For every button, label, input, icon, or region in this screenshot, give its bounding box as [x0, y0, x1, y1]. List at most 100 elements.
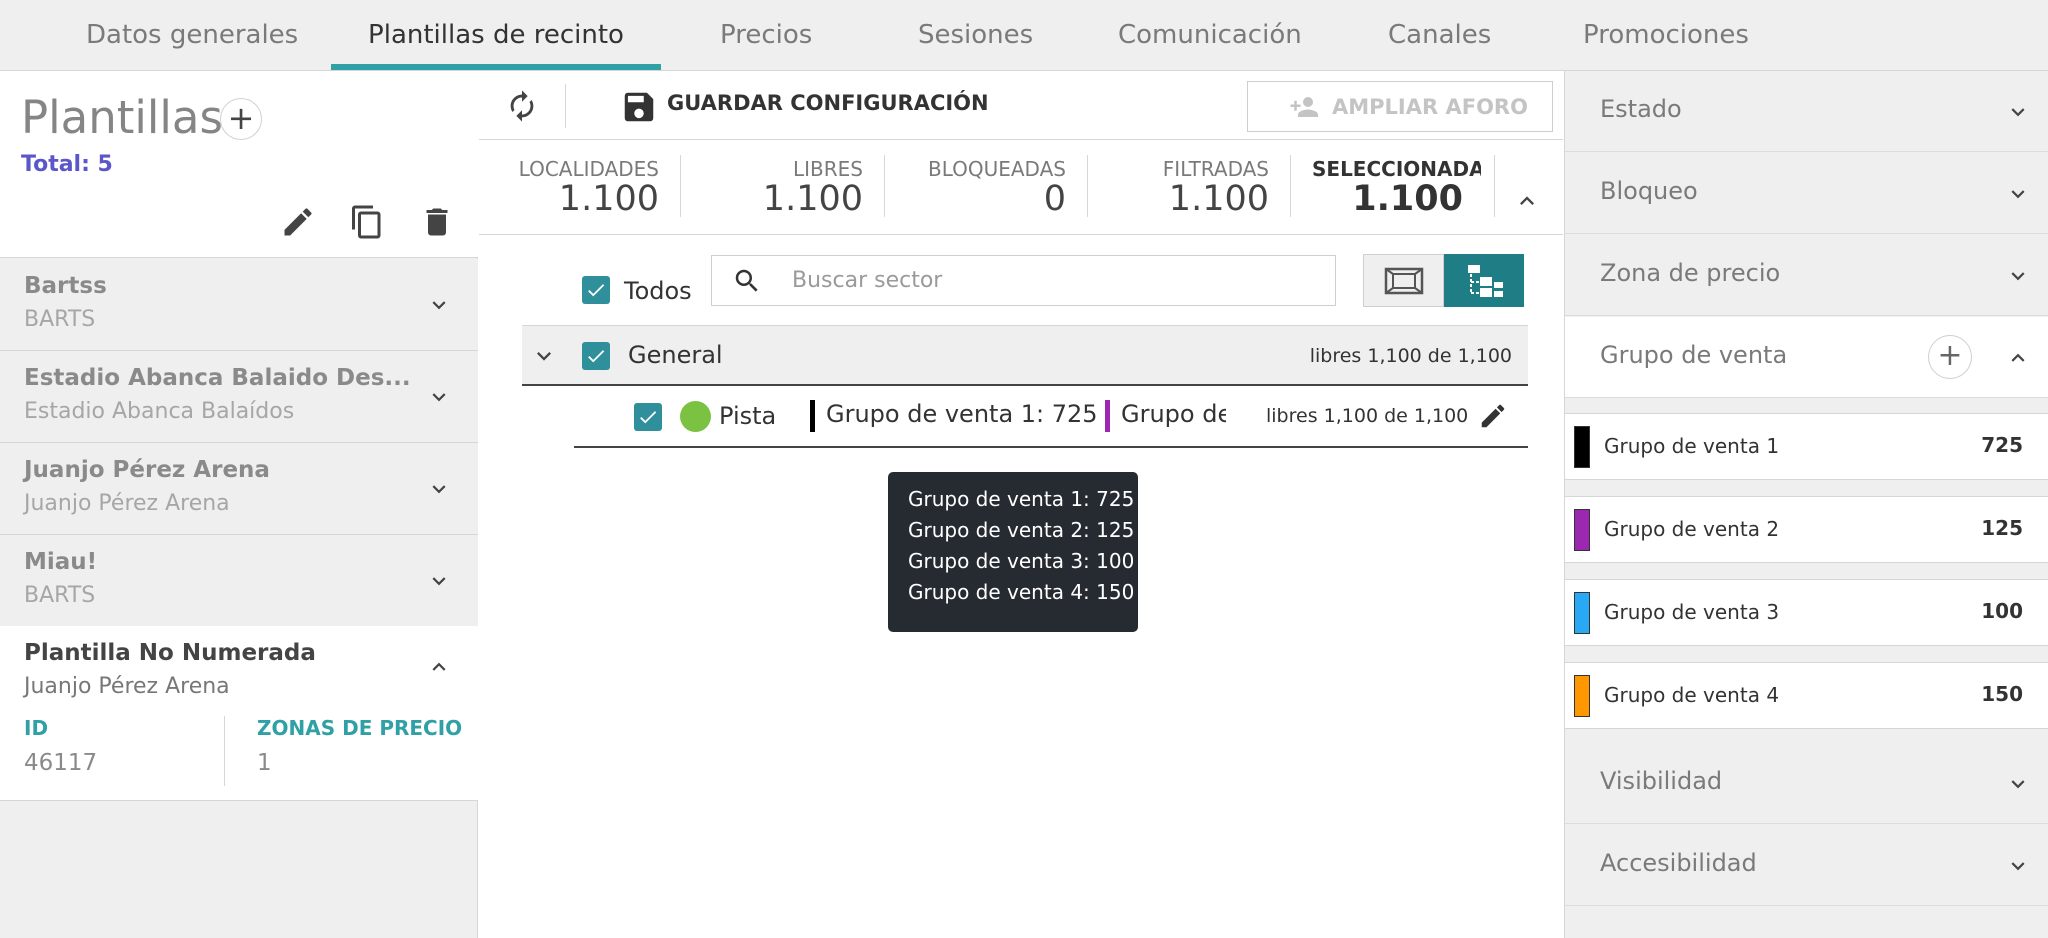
divider [680, 155, 681, 217]
sector-row-general[interactable]: General libres 1,100 de 1,100 [522, 325, 1528, 386]
save-icon[interactable] [620, 88, 658, 126]
template-item-juanjo-perez-arena[interactable]: Juanjo Pérez Arena Juanjo Pérez Arena [0, 443, 478, 535]
map-view-icon [1384, 267, 1424, 295]
section-label: Zona de precio [1600, 259, 1781, 287]
edit-icon[interactable] [1478, 401, 1508, 431]
chevron-down-icon[interactable] [530, 342, 558, 370]
add-template-button[interactable]: + [220, 98, 262, 140]
template-item-bartss[interactable]: Bartss BARTS [0, 259, 478, 351]
stat-filtradas: FILTRADAS 1.100 [1106, 153, 1269, 223]
copy-icon[interactable] [349, 204, 385, 240]
configuration-panel: GUARDAR CONFIGURACIÓN AMPLIAR AFORO LOCA… [479, 71, 1563, 938]
chevron-down-icon[interactable] [2005, 99, 2031, 125]
search-sector-input[interactable]: Buscar sector [711, 255, 1336, 306]
divider [1290, 155, 1291, 217]
sale-group-item[interactable]: Grupo de venta 3 100 [1565, 579, 2048, 646]
tab-sesiones[interactable]: Sesiones [918, 0, 1033, 71]
chevron-down-icon[interactable] [2005, 771, 2031, 797]
sale-group-item[interactable]: Grupo de venta 2 125 [1565, 496, 2048, 563]
template-item-miau[interactable]: Miau! BARTS [0, 535, 478, 627]
chevron-down-icon[interactable] [426, 476, 452, 502]
tab-precios[interactable]: Precios [720, 0, 812, 71]
divider [224, 716, 225, 786]
sale-group-color-swatch [1574, 426, 1590, 468]
price-zones-value: 1 [257, 750, 272, 776]
section-accesibilidad[interactable]: Accesibilidad [1565, 825, 2048, 906]
search-icon [735, 269, 758, 292]
chevron-down-icon[interactable] [426, 568, 452, 594]
template-item-plantilla-no-numerada[interactable]: Plantilla No Numerada Juanjo Pérez Arena… [0, 626, 478, 801]
general-checkbox[interactable] [582, 342, 610, 370]
tab-comunicacion[interactable]: Comunicación [1118, 0, 1302, 71]
chevron-down-icon[interactable] [426, 384, 452, 410]
ampliar-aforo-button[interactable]: AMPLIAR AFORO [1247, 81, 1553, 132]
refresh-icon[interactable] [505, 89, 539, 123]
check-icon [588, 350, 605, 363]
tab-datos-generales[interactable]: Datos generales [86, 0, 298, 71]
chevron-up-icon[interactable] [2005, 345, 2031, 371]
stat-libres: LIBRES 1.100 [699, 153, 863, 223]
sale-group-count: 100 [1981, 599, 2023, 623]
stat-label: BLOQUEADAS [927, 157, 1066, 181]
chevron-down-icon[interactable] [2005, 263, 2031, 289]
stat-value: 0 [1043, 179, 1066, 219]
section-label: Visibilidad [1600, 767, 1723, 795]
tab-promociones[interactable]: Promociones [1583, 0, 1749, 71]
select-all-checkbox[interactable] [582, 276, 610, 304]
sector-free-count: libres 1,100 de 1,100 [1309, 345, 1512, 367]
template-name: Estadio Abanca Balaido Des... [24, 365, 411, 391]
section-label: Accesibilidad [1600, 849, 1757, 877]
map-view-button[interactable] [1363, 254, 1444, 307]
stat-label: FILTRADAS [1162, 157, 1269, 181]
section-label: Grupo de venta [1600, 341, 1788, 369]
sale-group-item[interactable]: Grupo de venta 4 150 [1565, 662, 2048, 729]
template-name: Bartss [24, 273, 107, 299]
delete-icon[interactable] [419, 204, 455, 240]
templates-header: Plantillas + Total: 5 [0, 71, 478, 258]
ampliar-aforo-label: AMPLIAR AFORO [1332, 95, 1528, 119]
add-sale-group-button[interactable]: + [1928, 335, 1972, 379]
stat-value: 1.100 [1168, 179, 1269, 219]
divider [1087, 155, 1088, 217]
sale-group-2-summary: Grupo de ve [1121, 400, 1226, 428]
chevron-up-icon[interactable] [1513, 187, 1541, 215]
tab-plantillas-de-recinto[interactable]: Plantillas de recinto [331, 0, 661, 71]
sector-name: Pista [719, 402, 777, 430]
tree-view-button[interactable] [1444, 254, 1524, 307]
sale-group-color-swatch [1574, 675, 1590, 717]
edit-icon[interactable] [280, 204, 316, 240]
sale-group-count: 150 [1981, 682, 2023, 706]
toolbar: GUARDAR CONFIGURACIÓN AMPLIAR AFORO [479, 71, 1563, 140]
template-name: Miau! [24, 549, 98, 575]
section-estado[interactable]: Estado [1565, 71, 2048, 152]
check-icon [588, 284, 605, 297]
tooltip-line: Grupo de venta 2: 125 [908, 518, 1135, 542]
template-id-value: 46117 [24, 750, 98, 776]
sale-group-item[interactable]: Grupo de venta 1 725 [1565, 413, 2048, 480]
tooltip-line: Grupo de venta 1: 725 [908, 487, 1135, 511]
section-visibilidad[interactable]: Visibilidad [1565, 743, 2048, 824]
active-tab-indicator [331, 64, 661, 70]
chevron-down-icon[interactable] [2005, 853, 2031, 879]
section-zona-de-precio[interactable]: Zona de precio [1565, 235, 2048, 316]
stat-value: 1.100 [558, 179, 659, 219]
sale-group-color-swatch [1574, 592, 1590, 634]
chevron-up-icon[interactable] [426, 654, 452, 680]
section-bloqueo[interactable]: Bloqueo [1565, 153, 2048, 234]
sector-name: General [628, 341, 723, 369]
section-grupo-de-venta[interactable]: Grupo de venta + [1565, 317, 2048, 398]
filters-panel: Estado Bloqueo Zona de precio Grupo de v… [1564, 71, 2048, 938]
template-item-estadio-abanca[interactable]: Estadio Abanca Balaido Des... Estadio Ab… [0, 351, 478, 443]
sale-group-1-marker [810, 400, 815, 432]
sector-row-pista[interactable]: Pista Grupo de venta 1: 725 Grupo de ve … [574, 387, 1528, 448]
pista-checkbox[interactable] [634, 403, 662, 431]
chevron-down-icon[interactable] [426, 292, 452, 318]
save-configuration-button[interactable]: GUARDAR CONFIGURACIÓN [667, 91, 989, 115]
capacity-stats: LOCALIDADES 1.100 LIBRES 1.100 BLOQUEADA… [479, 141, 1563, 235]
template-name: Juanjo Pérez Arena [24, 457, 270, 483]
chevron-down-icon[interactable] [2005, 181, 2031, 207]
divider [884, 155, 885, 217]
section-label: Estado [1600, 95, 1682, 123]
tab-canales[interactable]: Canales [1388, 0, 1491, 71]
sector-free-count: libres 1,100 de 1,100 [1266, 405, 1469, 427]
